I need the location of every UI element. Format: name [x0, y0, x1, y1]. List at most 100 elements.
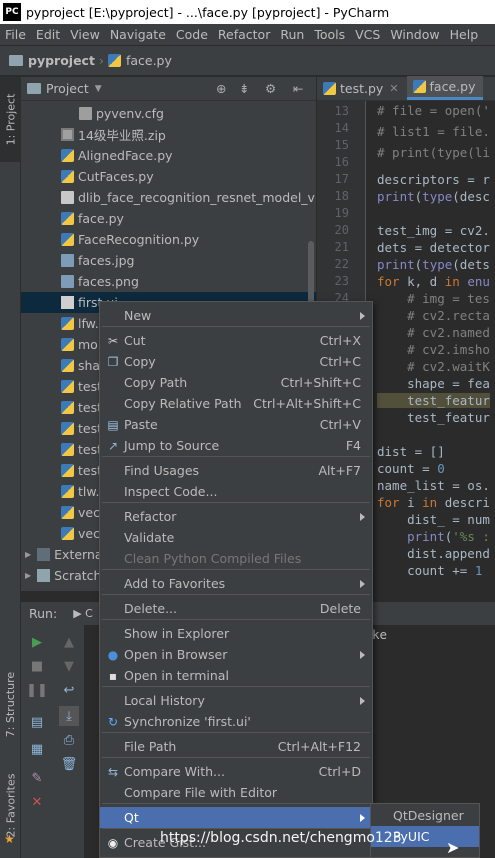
- locate-icon[interactable]: ⊕: [216, 81, 226, 96]
- menu-tools[interactable]: Tools: [309, 27, 350, 42]
- menu-item-label: Synchronize 'first.ui': [124, 714, 251, 729]
- breadcrumb-file[interactable]: face.py: [126, 53, 172, 68]
- menu-item-clean-python-compiled-files[interactable]: Clean Python Compiled Files: [100, 548, 372, 569]
- chevron-right-icon[interactable]: ▶: [25, 550, 31, 559]
- tree-item-label: CutFaces.py: [78, 169, 154, 184]
- star-icon: ★: [4, 832, 15, 846]
- menu-vcs[interactable]: VCS: [350, 27, 385, 42]
- window-titlebar: PC pyproject [E:\pyproject] - ...\face.p…: [0, 0, 495, 24]
- menu-item-shortcut: Ctrl+Shift+C: [280, 375, 361, 390]
- submenu-arrow-icon: [360, 650, 365, 659]
- menu-item-inspect-code[interactable]: Inspect Code...: [100, 481, 372, 502]
- menu-item-add-to-favorites[interactable]: Add to Favorites: [100, 573, 372, 594]
- submenu-arrow-icon: [360, 579, 365, 588]
- trash-icon[interactable]: 🗑: [61, 757, 78, 772]
- settings-icon[interactable]: ▦: [29, 742, 45, 757]
- hide-icon[interactable]: ⇤: [293, 81, 303, 96]
- gear-icon[interactable]: ⚙: [265, 81, 276, 96]
- tree-item[interactable]: pyvenv.cfg: [21, 103, 316, 124]
- menu-item-label: Add to Favorites: [124, 576, 226, 591]
- menu-run[interactable]: Run: [275, 27, 309, 42]
- menu-refactor[interactable]: Refactor: [213, 27, 275, 42]
- close-icon[interactable]: ✕: [389, 82, 398, 95]
- menu-item-local-history[interactable]: Local History: [100, 690, 372, 711]
- line-number: 20: [334, 223, 349, 237]
- menu-item-open-in-terminal[interactable]: ▪ Open in terminal: [100, 665, 372, 686]
- menu-file[interactable]: File: [0, 27, 31, 42]
- menu-item-synchronize-first-ui[interactable]: ↻ Synchronize 'first.ui': [100, 711, 372, 732]
- copy-icon: ❐: [107, 354, 119, 369]
- code-line: print('%s :: [407, 529, 490, 544]
- tree-item[interactable]: dlib_face_recognition_resnet_model_v1.da…: [21, 187, 316, 208]
- menu-separator: [102, 686, 370, 687]
- menu-help[interactable]: Help: [445, 27, 484, 42]
- python-file-icon: [61, 359, 74, 372]
- menu-item-jump-to-source[interactable]: ↗ Jump to Source F4: [100, 435, 372, 456]
- project-panel-header: Project ▼ ⊕ ⇟ ⚙ ⇤: [21, 77, 316, 101]
- menu-item-validate[interactable]: Validate: [100, 527, 372, 548]
- print-icon[interactable]: ⎙: [61, 733, 77, 748]
- menu-edit[interactable]: Edit: [31, 27, 65, 42]
- menu-separator: [102, 803, 370, 804]
- code-line: dets = detector: [377, 240, 490, 255]
- tab-project[interactable]: 1: Project: [0, 77, 21, 162]
- run-config-icon[interactable]: ▶ C: [73, 607, 93, 620]
- code-editor[interactable]: # file = open(' # list1 = file. # print(…: [367, 101, 495, 591]
- layout-icon[interactable]: ▤: [29, 715, 45, 730]
- arrow-down-icon[interactable]: ▼: [61, 659, 77, 674]
- tree-item[interactable]: FaceRecognition.py: [21, 229, 316, 250]
- code-line: dist_ = num: [377, 512, 490, 527]
- tab-face-py[interactable]: face.py: [406, 76, 484, 100]
- chevron-down-icon[interactable]: ▼: [95, 84, 102, 94]
- menu-item-copy-path[interactable]: Copy Path Ctrl+Shift+C: [100, 372, 372, 393]
- run-panel-label: Run:: [29, 606, 58, 621]
- menu-item-qt[interactable]: Qt: [100, 807, 372, 828]
- tab-structure[interactable]: 7: Structure: [0, 657, 21, 752]
- close-icon[interactable]: ✕: [29, 795, 45, 810]
- menu-item-file-path[interactable]: File Path Ctrl+Alt+F12: [100, 736, 372, 757]
- code-line: dist.append: [377, 546, 490, 561]
- tree-item[interactable]: face.py: [21, 208, 316, 229]
- tree-item[interactable]: 14级毕业照.zip: [21, 124, 316, 145]
- breadcrumb: pyproject › face.py: [0, 46, 495, 76]
- submenu-item-qtdesigner[interactable]: QtDesigner: [371, 805, 479, 826]
- pin-icon[interactable]: ✎: [29, 771, 45, 786]
- scroll-end-icon[interactable]: ⤓: [59, 706, 79, 726]
- menu-item-compare-file-with-editor[interactable]: Compare File with Editor: [100, 782, 372, 803]
- menu-navigate[interactable]: Navigate: [105, 27, 171, 42]
- compare-icon: ⇆: [107, 764, 119, 779]
- arrow-up-icon[interactable]: ▲: [61, 635, 77, 650]
- pause-icon[interactable]: ❚❚: [26, 683, 48, 698]
- menu-item-copy[interactable]: ❐ Copy Ctrl+C: [100, 351, 372, 372]
- python-file-icon: [107, 54, 121, 67]
- menu-item-copy-relative-path[interactable]: Copy Relative Path Ctrl+Alt+Shift+C: [100, 393, 372, 414]
- tree-item[interactable]: AlignedFace.py: [21, 145, 316, 166]
- menu-item-refactor[interactable]: Refactor: [100, 506, 372, 527]
- tree-item[interactable]: faces.jpg: [21, 250, 316, 271]
- menu-item-open-in-browser[interactable]: ● Open in Browser: [100, 644, 372, 665]
- stop-icon[interactable]: ■: [29, 659, 45, 674]
- rerun-icon[interactable]: ▶: [29, 635, 45, 650]
- tree-item[interactable]: CutFaces.py: [21, 166, 316, 187]
- menu-item-find-usages[interactable]: Find Usages Alt+F7: [100, 460, 372, 481]
- chevron-right-icon[interactable]: ▶: [25, 571, 31, 580]
- menu-view[interactable]: View: [65, 27, 105, 42]
- wrap-icon[interactable]: ↩: [61, 683, 77, 698]
- menu-item-show-in-explorer[interactable]: Show in Explorer: [100, 623, 372, 644]
- tree-item[interactable]: faces.png: [21, 271, 316, 292]
- tab-test-py[interactable]: test.py ✕: [317, 76, 407, 100]
- menu-item-paste[interactable]: ▤ Paste Ctrl+V: [100, 414, 372, 435]
- menu-code[interactable]: Code: [171, 27, 213, 42]
- collapse-icon[interactable]: ⇟: [239, 81, 249, 96]
- python-file-icon: [61, 317, 74, 330]
- menu-item-compare-with[interactable]: ⇆ Compare With... Ctrl+D: [100, 761, 372, 782]
- menu-item-cut[interactable]: ✂ Cut Ctrl+X: [100, 330, 372, 351]
- python-file-icon: [61, 485, 74, 498]
- project-panel-title[interactable]: Project: [46, 81, 89, 96]
- menu-window[interactable]: Window: [385, 27, 444, 42]
- code-line: print(type(dets: [377, 257, 490, 272]
- menu-item-delete[interactable]: Delete... Delete: [100, 598, 372, 619]
- breadcrumb-project[interactable]: pyproject: [28, 53, 95, 68]
- tree-item-label: 14级毕业照.zip: [78, 128, 166, 143]
- menu-item-new[interactable]: New: [100, 305, 372, 326]
